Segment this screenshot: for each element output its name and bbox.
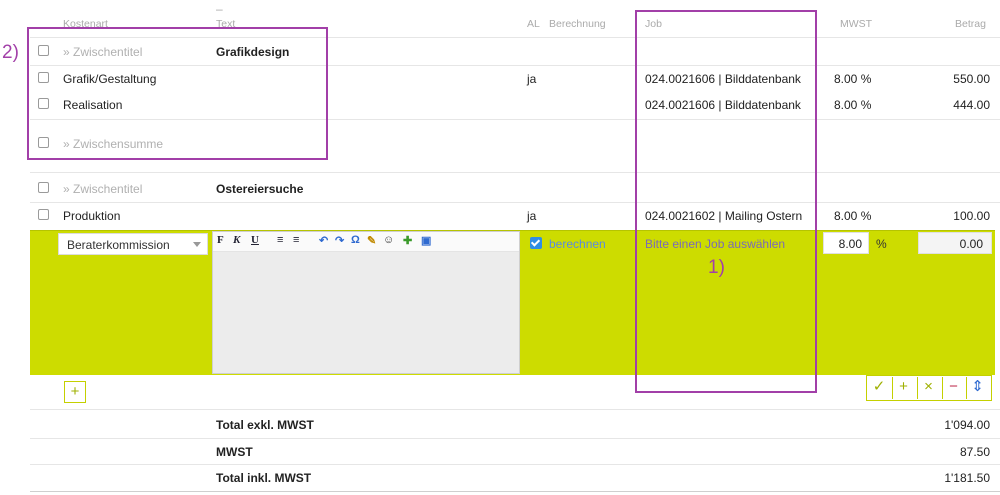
row-betrag: 550.00 xyxy=(953,72,990,86)
annotation-label-one: 1) xyxy=(708,257,725,278)
mwst-total-value: 87.50 xyxy=(959,445,990,459)
insert-button[interactable]: + xyxy=(892,377,914,399)
kostenart-select-value: Beraterkommission xyxy=(67,238,170,252)
divider xyxy=(30,202,1000,203)
betrag-input[interactable]: 0.00 xyxy=(918,232,992,254)
row-checkbox[interactable] xyxy=(38,209,49,220)
editor-toolbar: F K U ≡ ≡ ↶ ↷ Ω ✎ ☺ ✚ ▣ xyxy=(213,232,519,252)
col-header-mwst[interactable]: MWST xyxy=(840,18,872,30)
betrag-input-value: 0.00 xyxy=(959,237,983,251)
minus-icon: − xyxy=(949,378,958,395)
total-inkl-value: 1'181.50 xyxy=(944,471,990,485)
berechnen-checkbox[interactable] xyxy=(530,237,542,249)
mwst-input[interactable]: 8.00 xyxy=(823,232,869,254)
col-header-betrag[interactable]: Betrag xyxy=(955,18,986,30)
text-editor[interactable]: F K U ≡ ≡ ↶ ↷ Ω ✎ ☺ ✚ ▣ xyxy=(212,231,520,374)
paste-icon[interactable]: ▣ xyxy=(421,234,431,247)
annotation-box-one xyxy=(635,10,817,393)
mwst-total-label: MWST xyxy=(216,445,253,459)
row-mwst: 8.00 % xyxy=(834,72,872,86)
add-row-button[interactable]: + xyxy=(64,381,86,403)
undo-icon[interactable]: ↶ xyxy=(319,234,328,247)
divider xyxy=(30,172,1000,173)
source-code-icon[interactable]: ☺ xyxy=(383,234,394,246)
bullet-list-icon[interactable]: ≡ xyxy=(293,234,299,246)
delete-button[interactable]: − xyxy=(942,377,964,399)
plus-icon: + xyxy=(899,378,908,395)
kostenart-select[interactable]: Beraterkommission xyxy=(58,233,208,255)
col-header-berechnung[interactable]: Berechnung xyxy=(549,18,606,30)
check-icon: ✓ xyxy=(872,378,886,395)
total-exkl-value: 1'094.00 xyxy=(944,418,990,432)
annotation-label-two: 2) xyxy=(2,42,19,63)
clean-format-icon[interactable]: ✎ xyxy=(367,234,376,247)
row-kostenart: » Zwischentitel xyxy=(63,182,143,196)
annotation-box-two xyxy=(27,27,328,160)
row-checkbox[interactable] xyxy=(38,182,49,193)
cancel-button[interactable]: × xyxy=(917,377,939,399)
row-mwst: 8.00 % xyxy=(834,209,872,223)
mwst-unit: % xyxy=(876,237,887,251)
berechnen-label: berechnen xyxy=(549,237,606,251)
plus-icon: + xyxy=(70,383,80,400)
plugin-icon[interactable]: ✚ xyxy=(403,234,412,247)
editor-content-area[interactable] xyxy=(213,252,519,373)
numbered-list-icon[interactable]: ≡ xyxy=(277,234,283,246)
special-char-icon[interactable]: Ω xyxy=(351,234,360,246)
row-al: ja xyxy=(527,209,537,223)
move-button[interactable]: ⇕ xyxy=(966,377,988,399)
italic-icon[interactable]: K xyxy=(233,234,240,246)
total-inkl-label: Total inkl. MWST xyxy=(216,471,312,485)
chevron-down-icon xyxy=(193,242,201,247)
sort-indicator-icon: – xyxy=(216,2,223,16)
divider xyxy=(30,409,1000,410)
row-mwst: 8.00 % xyxy=(834,98,872,112)
redo-icon[interactable]: ↷ xyxy=(335,234,344,247)
row-al: ja xyxy=(527,72,537,86)
bold-icon[interactable]: F xyxy=(217,234,224,246)
col-header-al[interactable]: AL xyxy=(527,18,540,30)
row-text: Ostereiersuche xyxy=(216,182,304,196)
row-betrag: 444.00 xyxy=(953,98,990,112)
sort-icon: ⇕ xyxy=(971,378,984,395)
confirm-button[interactable]: ✓ xyxy=(868,377,890,399)
total-exkl-label: Total exkl. MWST xyxy=(216,418,314,432)
divider xyxy=(30,491,1000,492)
row-betrag: 100.00 xyxy=(953,209,990,223)
mwst-input-value: 8.00 xyxy=(838,237,862,251)
row-kostenart: Produktion xyxy=(63,209,121,223)
underline-icon[interactable]: U xyxy=(251,234,259,246)
divider xyxy=(30,464,1000,465)
close-icon: × xyxy=(924,378,933,395)
divider xyxy=(30,438,1000,439)
